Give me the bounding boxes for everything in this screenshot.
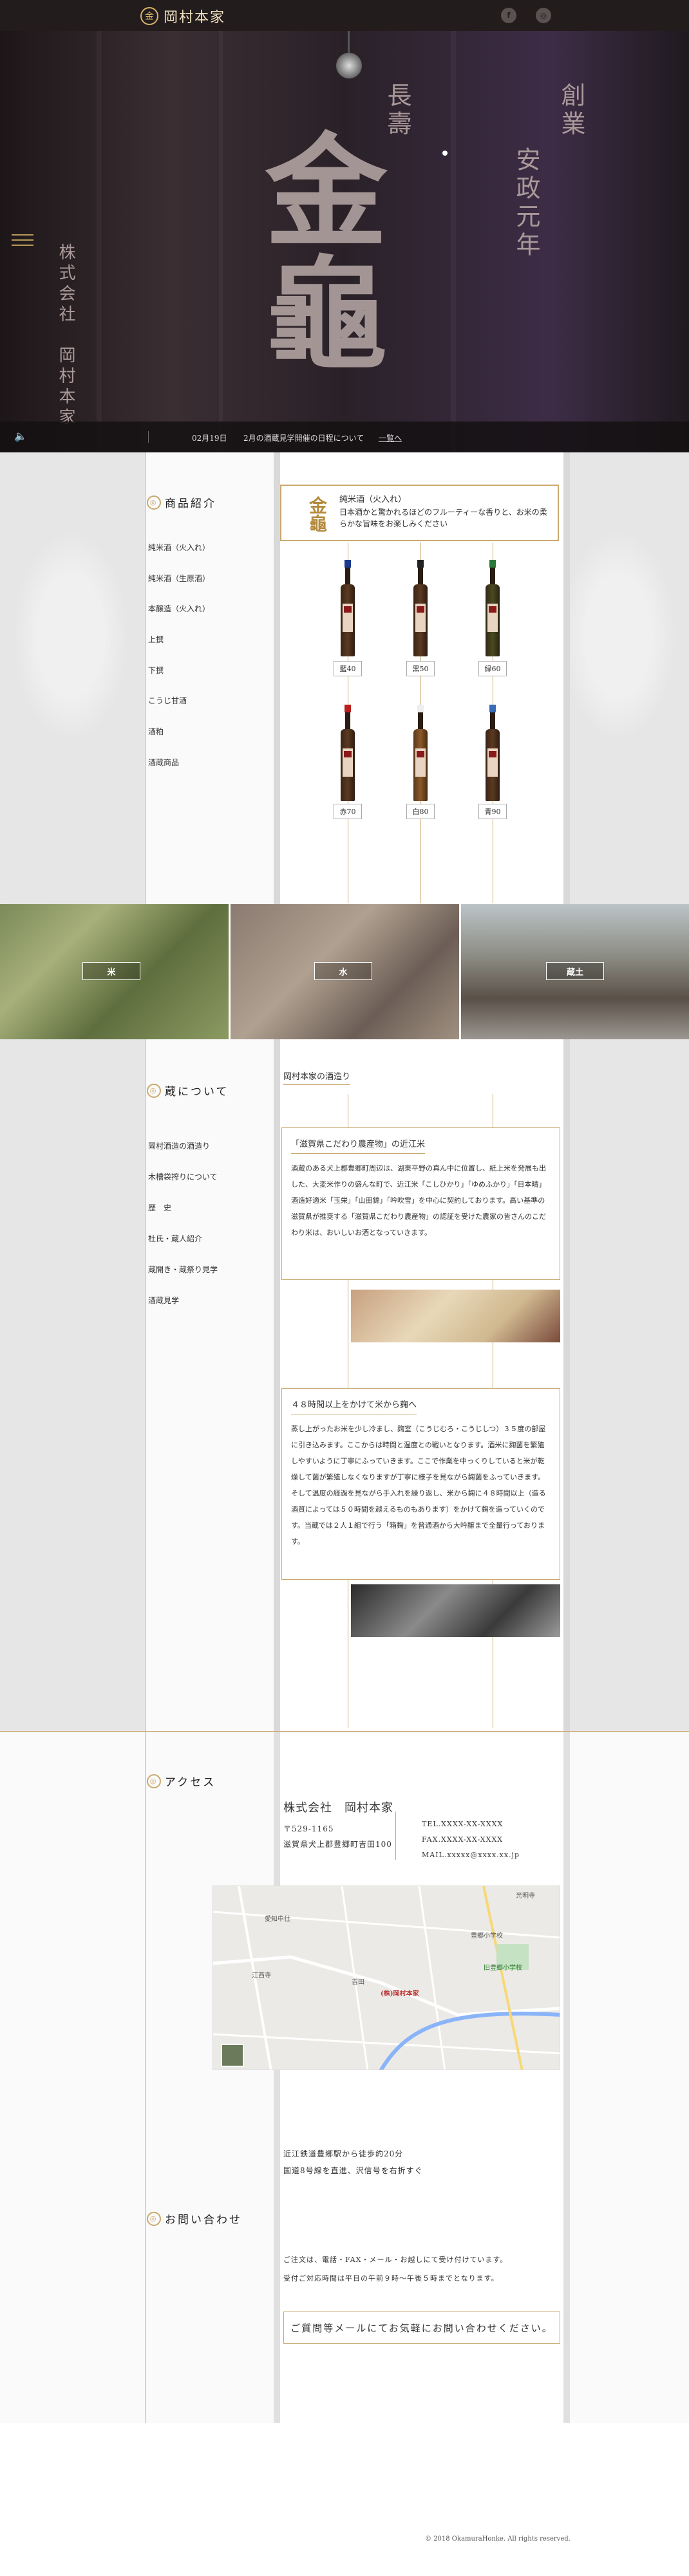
rice-photo[interactable]: 米: [0, 904, 229, 1039]
kura-heading: 岡村本家の酒造り: [283, 1070, 351, 1085]
kura-menu-item[interactable]: 杜氏・蔵人紹介: [148, 1233, 202, 1244]
contact-text: ご注文は、電話・FAX・メール・お越しにて受け付けています。: [283, 2256, 508, 2264]
product-menu-item[interactable]: 下撰: [148, 665, 164, 676]
map-label: 吉田: [352, 1979, 364, 1986]
rice-info-box: 「滋賀県こだわり農産物」の近江米 酒蔵のある犬上郡豊郷町周辺は、湖東平野の真ん中…: [281, 1127, 560, 1280]
map-label: 豊郷小学校: [471, 1932, 503, 1940]
site-logo[interactable]: 金 岡村本家: [140, 6, 225, 26]
product-logo: 金龜: [307, 496, 328, 532]
access-title: ◎ アクセス: [147, 1773, 216, 1789]
product-menu-item[interactable]: 酒粕: [148, 726, 164, 737]
zip-code: 〒529-1165: [283, 1824, 334, 1833]
news-title[interactable]: 2月の酒蔵見学開催の日程について: [243, 432, 364, 443]
site-header: 金 岡村本家 f ◎: [0, 0, 689, 31]
koji-info-text: 蒸し上がったお米を少し冷まし、麹室（こうじむろ・こうじしつ）３５度の部屋に引き込…: [291, 1425, 546, 1546]
google-map[interactable]: 愛知中仕 江西寺 吉田 (株)岡村本家 光明寺 豊郷小学校 旧豊郷小学校: [212, 1886, 560, 2070]
product-title: 純米酒（火入れ）: [339, 495, 407, 505]
product-menu-item[interactable]: 上撰: [148, 634, 164, 645]
product-tag-midori60[interactable]: 緑60: [478, 661, 507, 676]
directions-car: 国道8号線を直進、沢信号を右折すぐ: [283, 2166, 423, 2175]
instagram-icon[interactable]: ◎: [536, 8, 551, 23]
product-menu-item[interactable]: こうじ甘酒: [148, 695, 187, 706]
product-description: 日本酒かと驚かれるほどのフルーティーな香りと、お米の柔らかな旨味をお楽しみくださ…: [339, 508, 547, 528]
address: 滋賀県犬上郡豊郷町吉田100: [283, 1840, 392, 1849]
map-label: 愛知中仕: [265, 1916, 290, 1923]
phoenix-right-decoration: [560, 530, 676, 742]
map-label: 旧豊郷小学校: [484, 1965, 522, 1972]
phone[interactable]: TEL.XXXX-XX-XXXX: [422, 1820, 503, 1828]
kura-menu-item[interactable]: 酒蔵見学: [148, 1295, 179, 1306]
rice-grain-photo: [351, 1290, 560, 1342]
hero-brand: 金龜: [244, 127, 388, 372]
copyright: © 2018 OkamuraHonke. All rights reserved…: [425, 2535, 571, 2543]
contact-email-button[interactable]: ご質問等メールにてお気軽にお問い合わせください。: [283, 2312, 560, 2344]
product-menu-item[interactable]: 純米酒（火入れ）: [148, 542, 210, 553]
koji-info-box: ４８時間以上をかけて米から麹へ 蒸し上がったお米を少し冷まし、麹室（こうじむろ・…: [281, 1388, 560, 1580]
map-pin-label[interactable]: (株)岡村本家: [381, 1988, 419, 1997]
news-more-link[interactable]: 一覧へ: [379, 432, 402, 443]
product-menu-item[interactable]: 酒蔵商品: [148, 757, 179, 768]
circle-mark-icon: ◎: [147, 1774, 161, 1788]
contact-hours: 受付ご対応時間は平日の午前９時〜午後５時までとなります。: [283, 2274, 499, 2283]
climate-photo[interactable]: 蔵土: [461, 904, 689, 1039]
product-tag-aka70[interactable]: 赤70: [334, 804, 362, 819]
koji-info-title: ４８時間以上をかけて米から麹へ: [291, 1398, 417, 1414]
product-tag-kuro50[interactable]: 黒50: [406, 661, 435, 676]
product-card: 金龜 純米酒（火入れ） 日本酒かと驚かれるほどのフルーティーな香りと、お米の柔ら…: [280, 485, 559, 541]
speaker-icon[interactable]: 🔈: [14, 430, 28, 443]
email[interactable]: MAIL.xxxxx@xxxx.xx.jp: [422, 1851, 520, 1859]
kura-menu-item[interactable]: 蔵開き・蔵祭り見学: [148, 1264, 218, 1275]
hero: 株式会社 岡村本家 長壽 金龜 創業 安政元年 🔈 02月19日 2月の酒蔵見学…: [0, 31, 689, 452]
product-menu-item[interactable]: 純米酒（生原酒）: [148, 573, 210, 584]
product-menu-item[interactable]: 本醸造（火入れ）: [148, 603, 210, 614]
product-tag-shiro80[interactable]: 白80: [406, 804, 435, 819]
sake-bottle[interactable]: [486, 560, 500, 656]
sake-bottle[interactable]: [341, 560, 355, 656]
map-satellite-toggle[interactable]: [221, 2044, 244, 2067]
product-tag-ao90[interactable]: 青90: [478, 804, 507, 819]
sake-bottle[interactable]: [413, 560, 428, 656]
directions-train: 近江鉄道豊郷駅から徒歩約20分: [283, 2149, 404, 2158]
hero-founded-2: 安政元年: [512, 147, 540, 260]
logo-mark: 金: [140, 7, 158, 25]
rice-info-text: 酒蔵のある犬上郡豊郷町周辺は、湖東平野の真ん中に位置し、紙上米を発展も出した、大…: [291, 1164, 546, 1237]
rice-info-title: 「滋賀県こだわり農産物」の近江米: [291, 1137, 426, 1154]
circle-mark-icon: ◎: [147, 2211, 161, 2226]
water-button[interactable]: 水: [314, 962, 372, 980]
water-photo[interactable]: 水: [231, 904, 459, 1039]
rice-button[interactable]: 米: [82, 962, 140, 980]
contact-title: ◎ お問い合わせ: [147, 2210, 242, 2227]
facebook-icon[interactable]: f: [501, 8, 516, 23]
fax: FAX.XXXX-XX-XXXX: [422, 1835, 504, 1844]
footer: [0, 2423, 689, 2576]
circle-mark-icon: ◎: [147, 495, 161, 510]
company-name: 株式会社 岡村本家: [283, 1801, 393, 1815]
lantern: [336, 53, 362, 79]
products-title: ◎ 商品紹介: [147, 494, 216, 510]
kura-menu-item[interactable]: 木槽袋搾りについて: [148, 1171, 218, 1182]
logo-text: 岡村本家: [164, 10, 226, 26]
map-label: 光明寺: [516, 1893, 535, 1900]
hero-company-name: 株式会社 岡村本家: [56, 243, 75, 429]
map-label: 江西寺: [252, 1972, 271, 1979]
circle-mark-icon: ◎: [147, 1083, 161, 1098]
product-tag-ai40[interactable]: 藍40: [334, 661, 362, 676]
sake-bottle[interactable]: [486, 705, 500, 801]
climate-button[interactable]: 蔵土: [546, 962, 604, 980]
sake-bottle[interactable]: [341, 705, 355, 801]
kura-menu-item[interactable]: 歴 史: [148, 1202, 171, 1213]
menu-icon[interactable]: [12, 230, 33, 248]
hero-founded-1: 創業: [557, 82, 585, 139]
news-date: 02月19日: [192, 434, 227, 443]
kura-title: ◎ 蔵について: [147, 1082, 229, 1098]
phoenix-left-decoration: [13, 530, 129, 742]
sake-bottle[interactable]: [413, 705, 428, 801]
koji-photo: [351, 1584, 560, 1637]
kura-menu-item[interactable]: 岡村酒造の酒造り: [148, 1140, 210, 1151]
